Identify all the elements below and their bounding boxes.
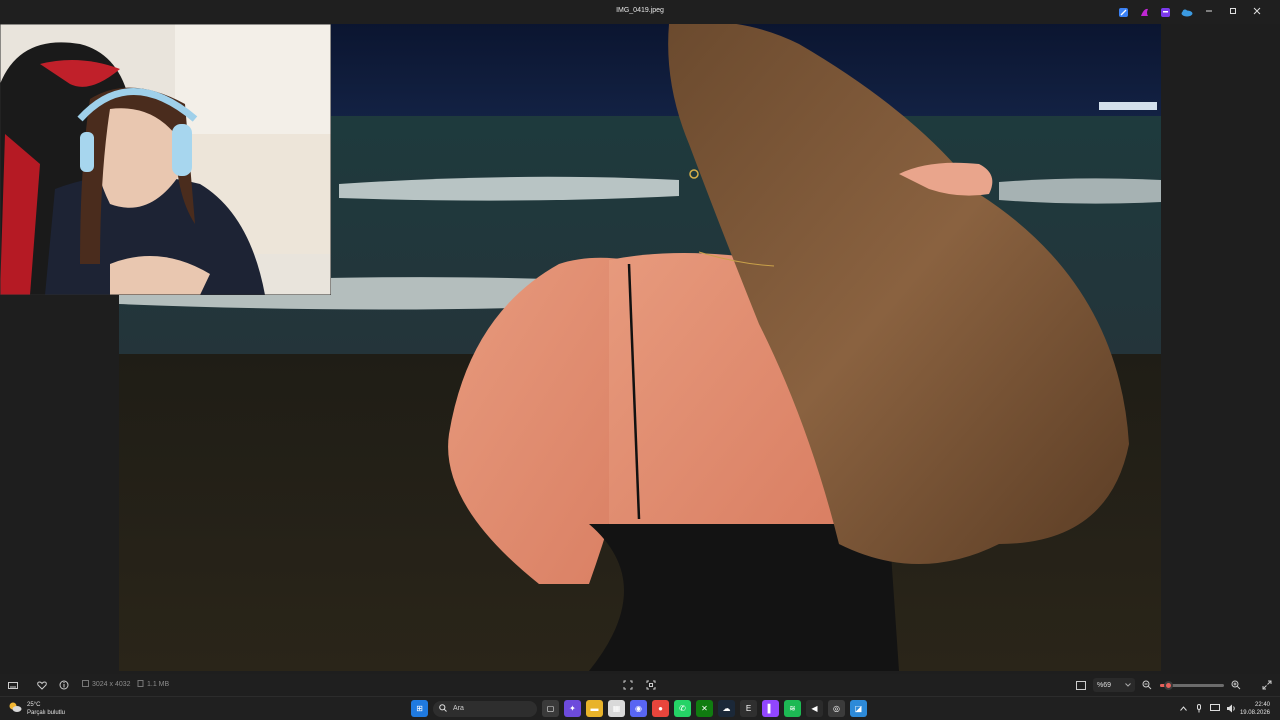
volume-icon[interactable] bbox=[1226, 702, 1236, 714]
app-icon-purple[interactable] bbox=[1159, 6, 1172, 19]
steam-icon[interactable]: ☁ bbox=[718, 700, 735, 717]
taskbar-search[interactable]: Ara bbox=[433, 700, 537, 717]
app-icon-blue[interactable] bbox=[1117, 6, 1130, 19]
chrome-icon[interactable]: ● bbox=[652, 700, 669, 717]
copilot-icon[interactable] bbox=[1138, 6, 1151, 19]
zoom-in-icon[interactable] bbox=[1229, 678, 1243, 692]
twitch-icon[interactable]: ▌ bbox=[762, 700, 779, 717]
info-icon[interactable] bbox=[57, 678, 71, 692]
zoom-out-icon[interactable] bbox=[1140, 678, 1154, 692]
titlebar-app-icons bbox=[1117, 6, 1193, 19]
favorite-icon[interactable] bbox=[35, 678, 49, 692]
close-button[interactable] bbox=[1250, 4, 1264, 18]
window-controls bbox=[1202, 4, 1264, 18]
fit-to-window-icon[interactable] bbox=[621, 678, 635, 692]
zoom-select[interactable]: %69 bbox=[1093, 678, 1135, 692]
search-icon bbox=[439, 703, 447, 714]
xbox-icon[interactable]: ✕ bbox=[696, 700, 713, 717]
capcut-icon[interactable]: ◀ bbox=[806, 700, 823, 717]
photo-dimensions: 3024 x 4032 bbox=[92, 681, 131, 688]
epic-games-icon[interactable]: E bbox=[740, 700, 757, 717]
photos-icon[interactable]: ◪ bbox=[850, 700, 867, 717]
search-label: Ara bbox=[453, 705, 464, 712]
maximize-button[interactable] bbox=[1226, 4, 1240, 18]
zoom-level: %69 bbox=[1097, 681, 1112, 689]
actual-size-icon[interactable] bbox=[1074, 678, 1088, 692]
minimize-button[interactable] bbox=[1202, 4, 1216, 18]
fullscreen-icon[interactable] bbox=[1260, 678, 1274, 692]
whatsapp-icon[interactable]: ✆ bbox=[674, 700, 691, 717]
microphone-icon[interactable] bbox=[1194, 702, 1204, 714]
weather-icon bbox=[8, 700, 22, 718]
chevron-down-icon bbox=[1125, 682, 1131, 689]
file-explorer-icon[interactable]: ▬ bbox=[586, 700, 603, 717]
calendar-icon[interactable]: ▦ bbox=[608, 700, 625, 717]
onedrive-icon[interactable] bbox=[1180, 6, 1193, 19]
weather-widget[interactable]: 25°C Parçalı bulutlu bbox=[8, 700, 65, 718]
taskbar: 25°C Parçalı bulutlu ⊞ Ara ▢ ✦ ▬ ▦ ◉ ● ✆ ✕ ☁ E ▌ ≋ ◀ ◎ ◪… bbox=[0, 696, 1280, 720]
title-bar: IMG_0419.jpeg bbox=[0, 0, 1280, 24]
filmstrip-icon[interactable] bbox=[6, 678, 20, 692]
taskbar-apps: ⊞ Ara ▢ ✦ ▬ ▦ ◉ ● ✆ ✕ ☁ E ▌ ≋ ◀ ◎ ◪ bbox=[411, 700, 867, 717]
photo-toolbar: 3024 x 4032 1.1 MB %69 bbox=[0, 674, 1280, 696]
clock[interactable]: 22:40 19.08.2026 bbox=[1240, 701, 1270, 717]
task-view-icon[interactable]: ▢ bbox=[542, 700, 559, 717]
webcam-overlay bbox=[0, 24, 331, 295]
clock-time: 22:40 bbox=[1254, 702, 1270, 708]
spotify-icon[interactable]: ≋ bbox=[784, 700, 801, 717]
size-meta: 1.1 MB bbox=[137, 680, 169, 689]
clock-date: 19.08.2026 bbox=[1239, 710, 1270, 716]
obs-icon[interactable]: ◎ bbox=[828, 700, 845, 717]
network-icon[interactable] bbox=[1210, 702, 1220, 714]
discord-icon[interactable]: ◉ bbox=[630, 700, 647, 717]
photo-viewer bbox=[0, 24, 1280, 674]
dimensions-icon bbox=[82, 680, 89, 689]
copilot-icon[interactable]: ✦ bbox=[564, 700, 581, 717]
start-button-icon[interactable]: ⊞ bbox=[411, 700, 428, 717]
crop-icon[interactable] bbox=[644, 678, 658, 692]
weather-desc: Parçalı bulutlu bbox=[27, 710, 66, 716]
dimensions-meta: 3024 x 4032 bbox=[82, 680, 131, 689]
file-size-icon bbox=[137, 680, 144, 689]
zoom-slider[interactable] bbox=[1160, 681, 1224, 690]
system-tray bbox=[1178, 702, 1236, 714]
zoom-slider-thumb[interactable] bbox=[1164, 681, 1173, 690]
chevron-up-icon[interactable] bbox=[1178, 702, 1188, 714]
window-title: IMG_0419.jpeg bbox=[616, 7, 664, 14]
weather-temp: 25°C bbox=[27, 702, 41, 708]
photo-size: 1.1 MB bbox=[147, 681, 170, 688]
